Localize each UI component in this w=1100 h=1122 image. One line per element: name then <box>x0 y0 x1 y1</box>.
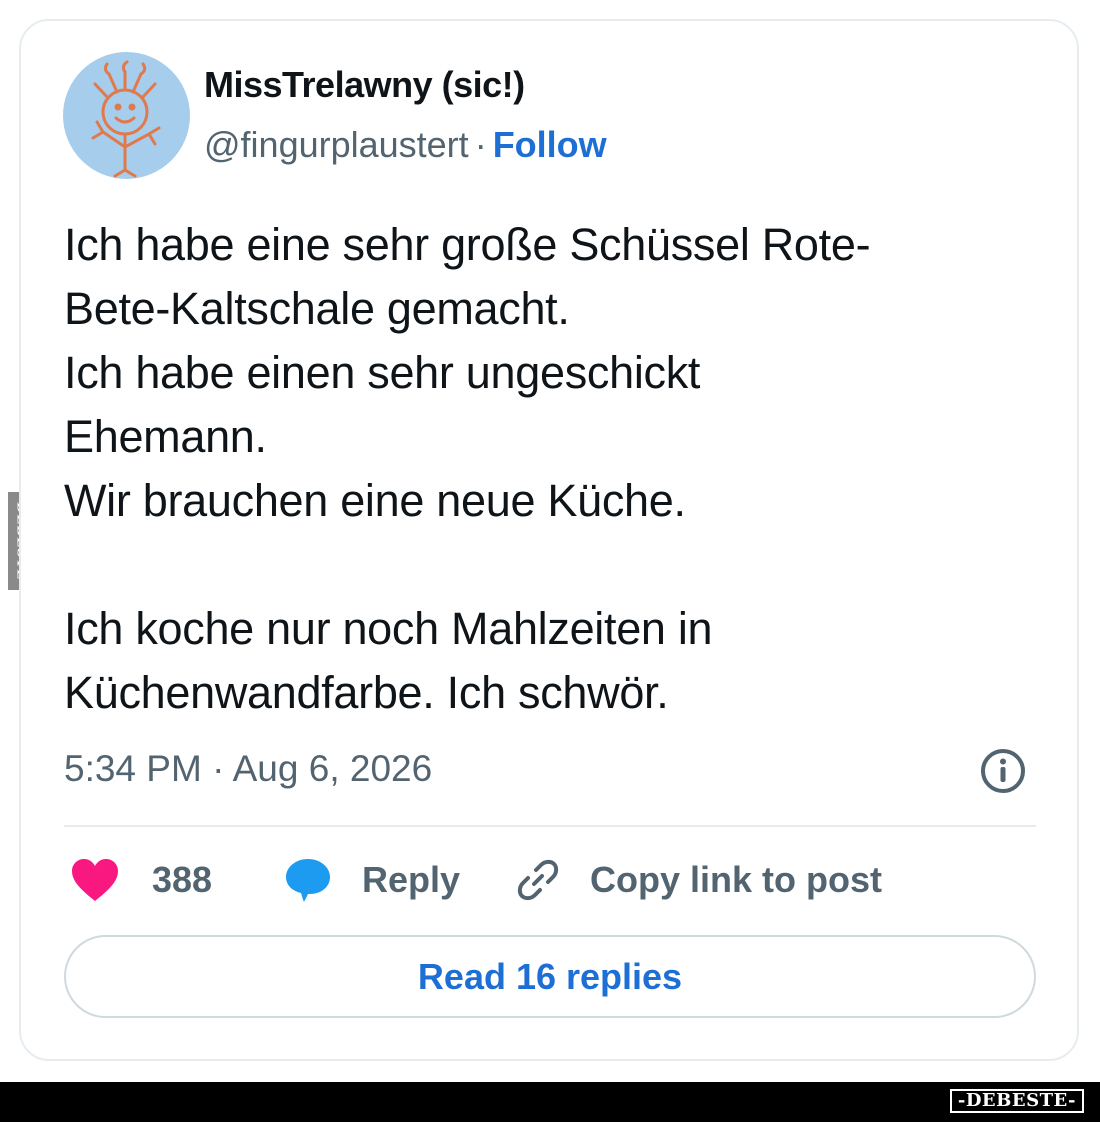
read-replies-button[interactable]: Read 16 replies <box>64 935 1036 1018</box>
avatar-doodle-icon <box>91 60 161 178</box>
display-name[interactable]: MissTrelawny (sic!) <box>204 64 525 106</box>
like-count: 388 <box>152 859 213 900</box>
reply-button[interactable]: Reply <box>284 850 460 910</box>
footer-bar: -DEBESTE- <box>0 1082 1100 1122</box>
divider <box>64 825 1036 827</box>
action-bar: 388 Reply Copy link to post <box>64 850 1036 910</box>
info-icon[interactable] <box>979 747 1027 795</box>
follow-button[interactable]: Follow <box>493 124 607 165</box>
avatar[interactable] <box>63 52 190 179</box>
reply-label: Reply <box>362 859 461 900</box>
handle-row: @fingurplaustert · Follow <box>204 124 607 166</box>
copy-link-button[interactable]: Copy link to post <box>514 850 882 910</box>
handle-separator: · <box>474 124 487 165</box>
page: DEBESTE MissTrelawny (sic!) @fingurplaus… <box>0 0 1100 1122</box>
tweet-timestamp[interactable]: 5:34 PM · Aug 6, 2026 <box>64 748 432 790</box>
like-button[interactable]: 388 <box>70 850 212 910</box>
footer-logo: -DEBESTE- <box>949 1089 1084 1113</box>
heart-icon <box>72 859 118 901</box>
link-icon <box>517 859 559 901</box>
speech-bubble-icon <box>286 859 330 902</box>
copy-link-label: Copy link to post <box>590 859 882 900</box>
tweet-text: Ich habe eine sehr große Schüssel Rote- … <box>64 219 871 718</box>
user-handle[interactable]: @fingurplaustert <box>204 124 469 165</box>
